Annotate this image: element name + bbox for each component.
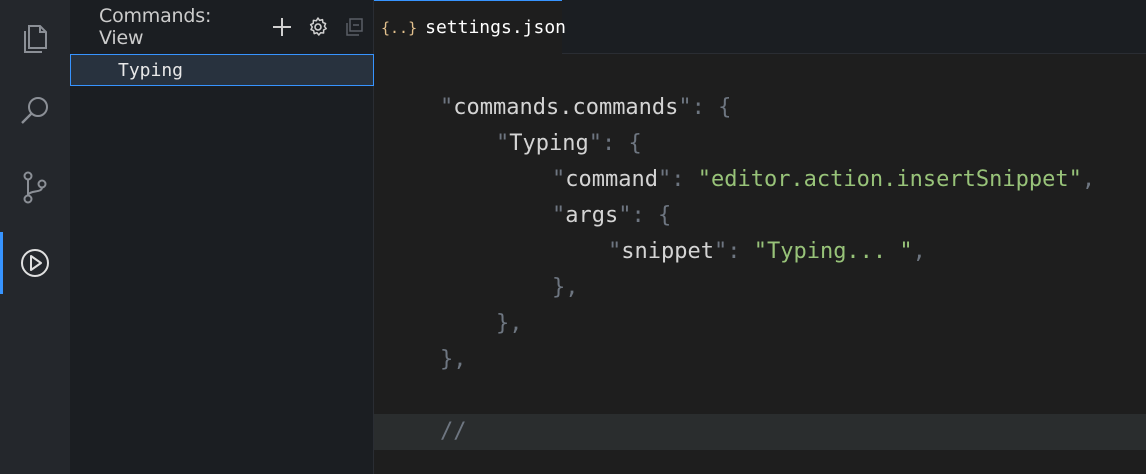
settings-button[interactable] xyxy=(302,11,334,43)
command-item-typing[interactable]: Typing xyxy=(70,54,374,86)
code-token-punc: , xyxy=(1081,167,1096,192)
editor-tab-bar: {..} settings.json xyxy=(374,0,1146,54)
search-icon xyxy=(21,97,48,124)
source-control-icon xyxy=(23,171,47,204)
code-token-punc: " xyxy=(440,95,454,120)
activity-bar xyxy=(0,0,70,474)
header-actions xyxy=(266,11,374,43)
code-token-key: Typing xyxy=(509,131,589,156)
add-icon xyxy=(273,18,291,36)
code-token-punc: , xyxy=(912,239,926,264)
code-token-punc: }, xyxy=(440,347,467,372)
code-token-punc: }, xyxy=(496,311,523,336)
code-token-punc: ": xyxy=(713,239,754,264)
code-line[interactable]: }, xyxy=(374,306,1146,342)
json-file-icon: {..} xyxy=(381,18,418,37)
explorer-button[interactable] xyxy=(0,6,70,68)
code-line[interactable]: }, xyxy=(374,270,1146,306)
run-button[interactable] xyxy=(0,232,70,294)
source-control-button[interactable] xyxy=(0,156,70,218)
code-token-str: "editor.action.insertSnippet" xyxy=(697,167,1082,192)
collapse-all-icon xyxy=(346,18,363,36)
add-command-button[interactable] xyxy=(266,11,298,43)
command-item-label: Typing xyxy=(118,59,184,81)
files-icon xyxy=(24,25,47,53)
code-token-punc: ": { xyxy=(618,203,672,228)
sidebar-header: Commands: View xyxy=(70,0,374,54)
sidebar: Commands: View Typing xyxy=(70,0,374,474)
code-line[interactable]: "command": "editor.action.insertSnippet"… xyxy=(374,162,1146,198)
search-button[interactable] xyxy=(0,80,70,142)
code-token-punc: " xyxy=(552,203,566,228)
code-token-cmt: // xyxy=(440,419,467,444)
code-line[interactable]: }, xyxy=(374,342,1146,378)
gear-icon xyxy=(309,17,327,36)
sidebar-title: Commands: View xyxy=(99,5,212,49)
code-token-punc: ": xyxy=(657,167,698,192)
code-line[interactable]: "commands.commands": { xyxy=(374,90,1146,126)
tab-settings-json[interactable]: {..} settings.json xyxy=(374,0,566,54)
code-token-punc: }, xyxy=(552,275,579,300)
code-line[interactable]: "Typing": { xyxy=(374,126,1146,162)
code-token-key: commands.commands xyxy=(453,95,679,120)
code-token-punc: " xyxy=(608,239,622,264)
code-token-key: args xyxy=(565,203,619,228)
run-icon xyxy=(21,249,49,277)
code-token-str: "Typing... " xyxy=(753,239,913,264)
code-token-key: command xyxy=(565,167,658,192)
collapse-all-button[interactable] xyxy=(338,11,370,43)
tab-label: settings.json xyxy=(425,17,567,38)
code-token-punc: " xyxy=(552,167,566,192)
code-token-punc: " xyxy=(496,131,510,156)
code-token-key: snippet xyxy=(621,239,714,264)
code-line[interactable]: "snippet": "Typing... ", xyxy=(374,234,1146,270)
code-line[interactable]: // xyxy=(374,414,1146,450)
code-token-punc: ": { xyxy=(588,131,642,156)
code-line[interactable]: "args": { xyxy=(374,198,1146,234)
code-editor[interactable]: "commands.commands": {"Typing": {"comman… xyxy=(374,54,1146,474)
code-line[interactable] xyxy=(374,378,1146,414)
code-token-punc: ": { xyxy=(678,95,732,120)
